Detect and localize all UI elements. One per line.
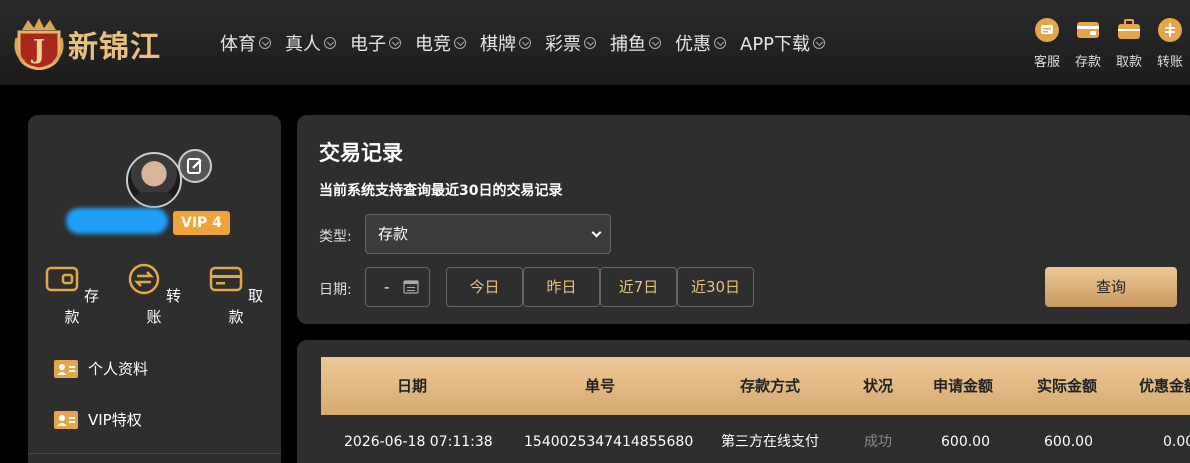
nav-label: 电竞 <box>415 34 451 55</box>
type-select[interactable]: 存款 <box>365 214 611 254</box>
divider <box>28 453 281 454</box>
chevron-down-icon <box>259 37 271 49</box>
transaction-table-panel: 日期 单号 存款方式 状况 申请金额 实际金额 优惠金额 2026-06-18 … <box>297 340 1190 463</box>
nav-label: APP下载 <box>740 34 811 55</box>
withdraw-button[interactable]: 取款 <box>1109 17 1149 70</box>
column-header-status: 状况 <box>863 377 894 395</box>
action-label: 存款 <box>1074 55 1101 70</box>
customer-service-button[interactable]: 客服 <box>1027 17 1067 70</box>
calendar-icon <box>403 280 419 294</box>
nav-label: 捕鱼 <box>610 34 646 55</box>
menu-label: 个人资料 <box>88 360 149 378</box>
nav-label: 棋牌 <box>480 34 516 55</box>
chevron-down-icon <box>714 37 726 49</box>
transfer-icon <box>128 263 160 295</box>
table-row[interactable]: 2026-06-18 07:11:38 1540025347414855680 … <box>321 415 1190 463</box>
type-label: 类型: <box>319 229 352 245</box>
cell-date: 2026-06-18 07:11:38 <box>344 434 493 450</box>
transaction-filter-panel: 交易记录 当前系统支持查询最近30日的交易记录 类型: 存款 日期: - 今日 … <box>297 115 1190 324</box>
sidebar-item-vip[interactable]: VIP特权 <box>54 409 142 430</box>
chevron-down-icon <box>324 37 336 49</box>
action-label: 转账 <box>1156 55 1183 70</box>
date-today-button[interactable]: 今日 <box>446 267 523 307</box>
transfer-button[interactable]: 转账 <box>1150 17 1190 70</box>
column-header-actual-amount: 实际金额 <box>1037 377 1098 395</box>
logo-letter: J <box>31 35 45 65</box>
chevron-down-icon <box>591 227 602 238</box>
transfer-icon <box>1158 18 1182 42</box>
page-title: 交易记录 <box>319 141 403 165</box>
nav-label: 体育 <box>220 34 256 55</box>
chevron-down-icon <box>389 37 401 49</box>
username-redacted <box>66 208 168 234</box>
briefcase-icon <box>1118 19 1140 39</box>
column-header-order-no: 单号 <box>585 377 616 395</box>
nav-label: 优惠 <box>675 34 711 55</box>
logo-text: 新锦江 <box>68 30 161 65</box>
date-7days-button[interactable]: 近7日 <box>600 267 677 307</box>
table-header: 日期 单号 存款方式 状况 申请金额 实际金额 优惠金额 <box>321 357 1190 415</box>
query-button[interactable]: 查询 <box>1045 267 1177 307</box>
sidebar-item-profile[interactable]: 个人资料 <box>54 358 148 379</box>
column-header-date: 日期 <box>397 377 428 395</box>
page-subtitle: 当前系统支持查询最近30日的交易记录 <box>319 183 563 199</box>
nav-item-esports[interactable]: 电竞 <box>415 30 466 56</box>
cell-order-no: 1540025347414855680 <box>524 434 694 450</box>
sidebar-withdraw-button[interactable]: 取款 <box>206 263 266 327</box>
chevron-down-icon <box>454 37 466 49</box>
account-sidebar: VIP 4 存款 转账 取款 个人资料 VIP特权 <box>28 115 281 463</box>
cell-status: 成功 <box>864 434 892 450</box>
date-label: 日期: <box>319 282 352 298</box>
sidebar-deposit-button[interactable]: 存款 <box>42 263 102 327</box>
profile-card-icon <box>54 410 78 429</box>
cell-actual-amount: 600.00 <box>1044 434 1093 450</box>
wallet-icon <box>45 266 79 292</box>
cell-request-amount: 600.00 <box>941 434 990 450</box>
main-nav: 体育 真人 电子 电竞 棋牌 彩票 捕鱼 优惠 APP下载 <box>220 30 839 56</box>
wallet-icon <box>1077 22 1099 38</box>
date-range-input[interactable]: - <box>365 267 430 307</box>
edit-profile-button[interactable] <box>178 149 212 183</box>
top-header: J 新锦江 体育 真人 电子 电竞 棋牌 彩票 捕鱼 优惠 APP下载 客服 存… <box>0 0 1190 85</box>
nav-item-live[interactable]: 真人 <box>285 30 336 56</box>
column-header-bonus-amount: 优惠金额 <box>1139 377 1190 395</box>
chevron-down-icon <box>584 37 596 49</box>
customer-service-icon <box>1035 18 1059 42</box>
nav-label: 彩票 <box>545 34 581 55</box>
column-header-method: 存款方式 <box>740 377 801 395</box>
profile-card-icon <box>54 359 78 378</box>
action-label: 客服 <box>1033 55 1060 70</box>
chevron-down-icon <box>813 37 826 49</box>
sidebar-transfer-button[interactable]: 转账 <box>124 263 184 327</box>
nav-item-promos[interactable]: 优惠 <box>675 30 726 56</box>
date-yesterday-button[interactable]: 昨日 <box>523 267 600 307</box>
vip-badge: VIP 4 <box>173 211 230 235</box>
nav-item-slots[interactable]: 电子 <box>350 30 401 56</box>
nav-label: 真人 <box>285 34 321 55</box>
nav-item-app-download[interactable]: APP下载 <box>740 30 826 56</box>
cell-bonus-amount: 0.00 <box>1163 434 1190 450</box>
deposit-button[interactable]: 存款 <box>1068 17 1108 70</box>
top-actions: 客服 存款 取款 转账 <box>1026 17 1190 70</box>
nav-item-sports[interactable]: 体育 <box>220 30 271 56</box>
date-value: - <box>384 278 390 296</box>
logo-badge-icon: J <box>14 18 64 70</box>
date-30days-button[interactable]: 近30日 <box>677 267 754 307</box>
action-label: 取款 <box>1115 55 1142 70</box>
nav-item-lottery[interactable]: 彩票 <box>545 30 596 56</box>
nav-item-cards[interactable]: 棋牌 <box>480 30 531 56</box>
edit-icon <box>187 158 202 174</box>
chevron-down-icon <box>649 37 661 49</box>
card-icon <box>209 266 243 292</box>
avatar-shirt <box>134 192 174 206</box>
avatar[interactable] <box>126 152 182 208</box>
cell-method: 第三方在线支付 <box>721 434 819 450</box>
chevron-down-icon <box>519 37 531 49</box>
logo[interactable]: J 新锦江 <box>12 10 192 72</box>
column-header-request-amount: 申请金额 <box>933 377 994 395</box>
type-select-value: 存款 <box>378 225 409 243</box>
menu-label: VIP特权 <box>88 411 142 429</box>
nav-label: 电子 <box>350 34 386 55</box>
nav-item-fishing[interactable]: 捕鱼 <box>610 30 661 56</box>
